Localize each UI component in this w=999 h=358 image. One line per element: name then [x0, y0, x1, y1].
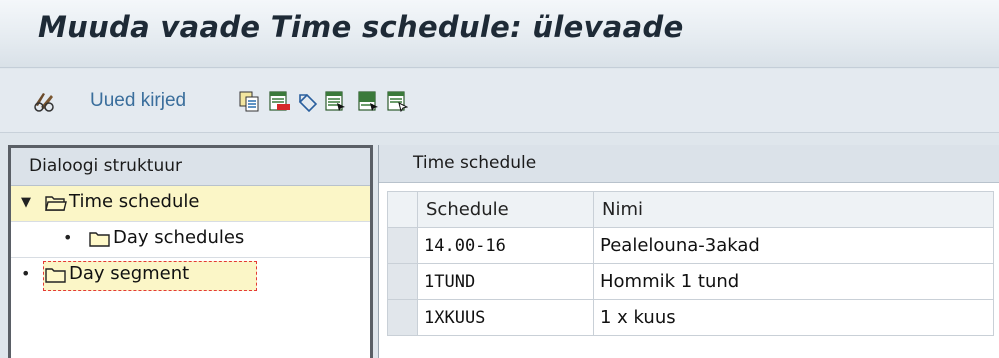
folder-icon	[45, 268, 66, 283]
row-selector[interactable]	[387, 227, 418, 264]
row-selector[interactable]	[387, 299, 418, 336]
table-title: Time schedule	[379, 145, 999, 183]
toolbar: Uued kirjed	[0, 69, 999, 133]
folder-icon	[89, 232, 110, 247]
new-entries-button[interactable]: Uued kirjed	[90, 88, 186, 114]
deselect-all-icon[interactable]	[386, 90, 408, 112]
cell-schedule[interactable]: 1TUND	[417, 263, 594, 300]
column-header-name[interactable]: Nimi	[593, 191, 994, 228]
new-entries-label: Uued kirjed	[90, 90, 187, 111]
tree-item-day-schedules[interactable]: • Day schedules	[11, 222, 370, 258]
cell-name[interactable]: 1 x kuus	[593, 299, 994, 336]
row-selector[interactable]	[387, 263, 418, 300]
bullet-icon: •	[21, 264, 31, 283]
tree-item-time-schedule[interactable]: ▼ Time schedule	[11, 186, 370, 222]
cell-name[interactable]: Pealelouna-3akad	[593, 227, 994, 264]
table-row: 14.00-16 Pealelouna-3akad	[387, 227, 994, 264]
dialog-structure-panel: Dialoogi struktuur ▼ Time schedule • Day…	[8, 145, 373, 358]
cell-name[interactable]: Hommik 1 tund	[593, 263, 994, 300]
copy-icon[interactable]	[238, 90, 260, 112]
dialog-structure-header: Dialoogi struktuur	[11, 148, 370, 186]
tree-item-label: Day segment	[69, 263, 190, 284]
tree-item-label: Day schedules	[113, 227, 245, 248]
tree-item-day-segment[interactable]: • Day segment	[11, 258, 370, 294]
table-header-row: Schedule Nimi	[387, 191, 994, 228]
page-title: Muuda vaade Time schedule: ülevaade	[38, 10, 684, 44]
open-folder-icon	[45, 196, 67, 211]
expand-triangle-icon[interactable]: ▼	[21, 195, 31, 210]
undo-icon[interactable]	[297, 90, 319, 112]
delete-icon[interactable]	[268, 90, 290, 112]
table-row: 1XKUUS 1 x kuus	[387, 299, 994, 336]
select-all-icon[interactable]	[324, 90, 346, 112]
table-row: 1TUND Hommik 1 tund	[387, 263, 994, 300]
table-panel: Time schedule Schedule Nimi 14.00-16 Pea…	[378, 145, 999, 358]
cell-schedule[interactable]: 1XKUUS	[417, 299, 594, 336]
bullet-icon: •	[63, 228, 73, 247]
title-bar: Muuda vaade Time schedule: ülevaade	[0, 0, 999, 68]
display-change-icon[interactable]	[32, 89, 60, 113]
select-all-rows-button[interactable]	[387, 191, 418, 228]
column-header-schedule[interactable]: Schedule	[417, 191, 594, 228]
tree-item-label: Time schedule	[69, 191, 200, 212]
schedule-table: Schedule Nimi 14.00-16 Pealelouna-3akad …	[387, 191, 994, 336]
select-block-icon[interactable]	[357, 90, 379, 112]
cell-schedule[interactable]: 14.00-16	[417, 227, 594, 264]
